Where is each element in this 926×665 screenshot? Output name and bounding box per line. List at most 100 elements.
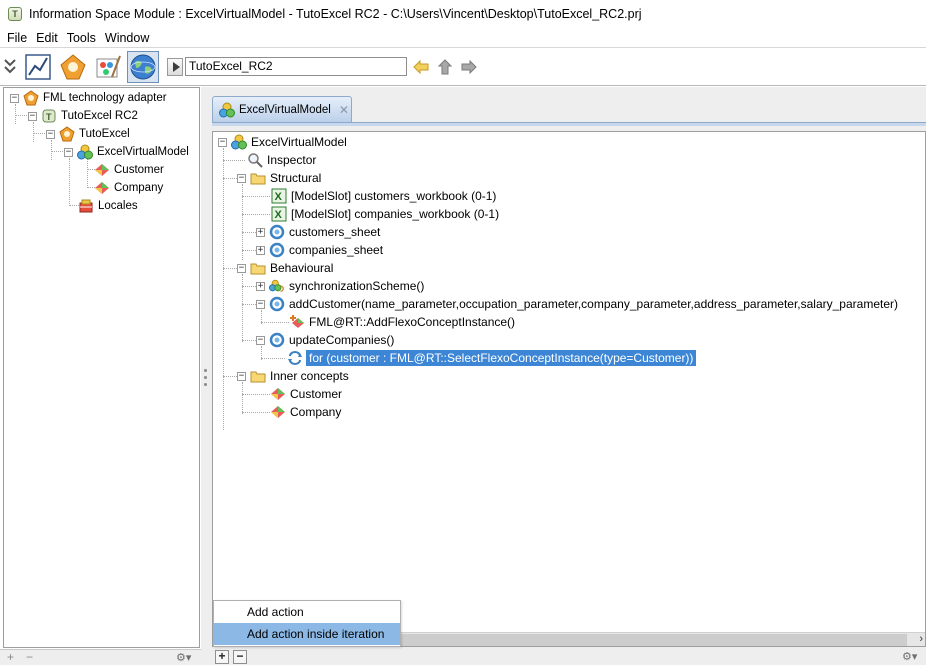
virtual-model-tree-view: − ExcelVirtualModel Inspector − Structur… — [212, 131, 926, 647]
svg-text:T: T — [46, 112, 52, 122]
tree-item-customers-sheet[interactable]: + customers_sheet — [256, 223, 380, 241]
collapse-icon[interactable]: − — [218, 137, 227, 147]
tree-item-structural[interactable]: − Structural — [237, 169, 321, 187]
flexo-concept-icon — [270, 386, 286, 402]
double-chevron-icon[interactable] — [1, 53, 19, 81]
palette-module-button[interactable] — [92, 51, 124, 83]
back-arrow-icon — [413, 59, 429, 74]
folder-icon — [250, 260, 266, 276]
excel-model-slot-icon: X — [271, 206, 287, 222]
scroll-right-icon[interactable]: › — [919, 633, 923, 645]
resource-center-icon: T — [41, 108, 57, 124]
folder-icon — [250, 368, 266, 384]
virtual-model-icon — [77, 144, 93, 160]
tree-item-add-flexo-concept-instance[interactable]: FML@RT::AddFlexoConceptInstance() — [289, 313, 515, 331]
tree-item-companies-sheet[interactable]: + companies_sheet — [256, 241, 383, 259]
play-icon — [172, 61, 180, 72]
diagram-module-button[interactable] — [22, 51, 54, 83]
editor-footer: + − ⚙▾ — [210, 649, 926, 665]
tree-item-update-companies[interactable]: − updateCompanies() — [256, 331, 394, 349]
address-field[interactable]: TutoExcel_RC2 — [185, 57, 407, 76]
iteration-icon — [287, 350, 303, 366]
folder-icon — [250, 170, 266, 186]
menu-bar: File Edit Tools Window — [0, 28, 926, 48]
splitter-grip-dot — [204, 369, 207, 372]
tree-item-fml-adapter[interactable]: − FML technology adapter — [10, 89, 167, 107]
add-button[interactable]: + — [215, 650, 229, 664]
up-button[interactable] — [435, 57, 455, 77]
expand-icon[interactable]: + — [256, 227, 265, 237]
adapter-icon — [23, 90, 39, 106]
locales-icon — [78, 198, 94, 214]
sheet-role-icon — [269, 224, 285, 240]
tab-strip-underline — [212, 122, 926, 126]
tab-label: ExcelVirtualModel — [239, 103, 331, 116]
view-point-icon — [59, 126, 75, 142]
menu-edit[interactable]: Edit — [33, 31, 61, 45]
collapse-icon[interactable]: − — [237, 371, 246, 381]
flexo-concept-icon — [94, 180, 110, 196]
tree-item-inspector[interactable]: Inspector — [247, 151, 316, 169]
tree-item-inner-company[interactable]: Company — [270, 403, 341, 421]
tab-excel-virtual-model[interactable]: ExcelVirtualModel ✕ — [212, 96, 352, 122]
tree-item-excel-virtual-model-root[interactable]: − ExcelVirtualModel — [218, 133, 347, 151]
tree-item-for-each-customer[interactable]: for (customer : FML@RT::SelectFlexoConce… — [287, 349, 697, 367]
globe-icon — [130, 54, 156, 79]
remove-icon[interactable]: − — [26, 650, 33, 664]
tree-item-inner-concepts[interactable]: − Inner concepts — [237, 367, 349, 385]
add-icon[interactable]: + — [7, 650, 14, 664]
information-space-module-button[interactable] — [127, 50, 159, 83]
run-button[interactable] — [167, 57, 183, 76]
collapse-icon[interactable]: − — [256, 299, 265, 309]
collapse-icon[interactable]: − — [64, 147, 73, 157]
collapse-icon[interactable]: − — [237, 263, 246, 273]
project-browser: − FML technology adapter − T TutoExcel R… — [3, 87, 200, 648]
synchronization-scheme-icon — [269, 278, 285, 294]
menu-tools[interactable]: Tools — [64, 31, 99, 45]
gear-icon[interactable]: ⚙▾ — [176, 651, 191, 664]
tree-item-company[interactable]: Company — [94, 179, 163, 197]
collapse-icon[interactable]: − — [237, 173, 246, 183]
tree-item-add-customer[interactable]: − addCustomer(name_parameter,occupation_… — [256, 295, 898, 313]
tree-item-behavioural[interactable]: − Behavioural — [237, 259, 333, 277]
menu-window[interactable]: Window — [102, 31, 152, 45]
window-title: Information Space Module : ExcelVirtualM… — [29, 7, 642, 21]
forward-button[interactable] — [459, 57, 479, 77]
tree-item-companies-workbook[interactable]: X [ModelSlot] companies_workbook (0-1) — [271, 205, 499, 223]
expand-icon[interactable]: + — [256, 245, 265, 255]
back-button[interactable] — [411, 57, 431, 77]
collapse-icon[interactable]: − — [10, 93, 19, 103]
tree-item-tutoexcel-rc2[interactable]: − T TutoExcel RC2 — [28, 107, 138, 125]
forward-arrow-icon — [461, 59, 477, 74]
collapse-icon[interactable]: − — [46, 129, 55, 139]
menu-file[interactable]: File — [4, 31, 30, 45]
left-pane-footer: + − ⚙▾ — [0, 649, 202, 665]
tree-item-inner-customer[interactable]: Customer — [270, 385, 342, 403]
tree-item-tutoexcel[interactable]: − TutoExcel — [46, 125, 130, 143]
splitter-grip-dot — [204, 383, 207, 386]
flexo-concept-icon — [270, 404, 286, 420]
splitter-grip-dot — [204, 376, 207, 379]
gear-icon[interactable]: ⚙▾ — [902, 650, 917, 663]
menu-item-add-action[interactable]: Add action — [214, 601, 400, 623]
remove-button[interactable]: − — [233, 650, 247, 664]
shapes-module-button[interactable] — [57, 51, 89, 83]
chart-window-icon — [25, 53, 51, 80]
tree-item-locales[interactable]: Locales — [78, 197, 138, 215]
tree-item-customer[interactable]: Customer — [94, 161, 164, 179]
close-icon[interactable]: ✕ — [339, 103, 349, 117]
action-scheme-icon — [269, 296, 285, 312]
expand-icon[interactable]: + — [256, 281, 265, 291]
collapse-icon[interactable]: − — [28, 111, 37, 121]
collapse-icon[interactable]: − — [256, 335, 265, 345]
flexo-concept-icon — [94, 162, 110, 178]
add-instance-action-icon — [289, 314, 305, 330]
tree-item-synchronization-scheme[interactable]: + synchronizationScheme() — [256, 277, 424, 295]
tree-item-customers-workbook[interactable]: X [ModelSlot] customers_workbook (0-1) — [271, 187, 496, 205]
title-bar: T Information Space Module : ExcelVirtua… — [0, 0, 926, 28]
svg-text:X: X — [275, 191, 283, 203]
magnifier-icon — [247, 152, 263, 168]
virtual-model-icon — [231, 134, 247, 150]
menu-item-add-action-inside-iteration[interactable]: Add action inside iteration — [214, 623, 400, 645]
tree-item-excel-virtual-model[interactable]: − ExcelVirtualModel — [64, 143, 189, 161]
